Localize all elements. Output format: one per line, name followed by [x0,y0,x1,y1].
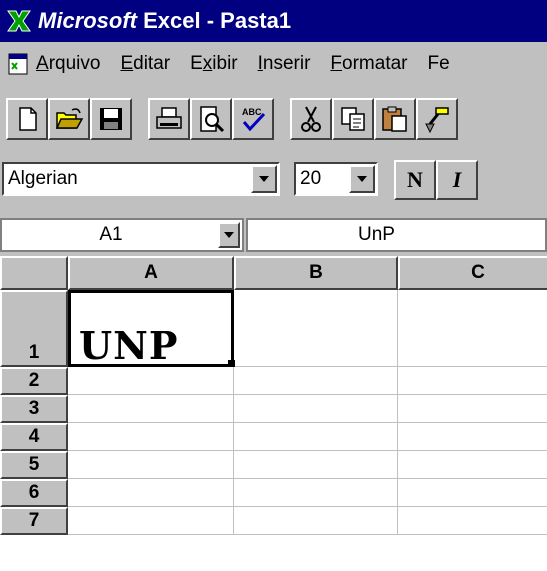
menu-editar[interactable]: Editar [120,53,170,75]
formatting-toolbar: Algerian 20 N I [0,150,547,212]
name-box[interactable]: A1 [0,218,244,252]
format-painter-button[interactable] [416,98,458,140]
cell-a1-value: UNP [79,323,179,368]
row-header-5[interactable]: 5 [0,451,68,479]
cell-a6[interactable] [68,479,234,507]
cell-b3[interactable] [234,395,398,423]
standard-toolbar: ABC [0,90,547,148]
formula-bar: A1 UnP [0,216,547,254]
open-button[interactable] [48,98,90,140]
print-preview-icon [200,106,225,133]
row-header-6[interactable]: 6 [0,479,68,507]
paste-icon [382,106,407,132]
open-icon [55,108,84,129]
window-title: Microsoft Excel - Pasta1 [38,8,292,33]
row-header-2[interactable]: 2 [0,367,68,395]
print-icon [156,107,182,129]
workbook-control-icon[interactable] [6,52,30,76]
format-painter-icon [425,107,449,134]
cell-c4[interactable] [398,423,547,451]
chevron-down-icon [357,176,367,182]
print-button[interactable] [148,98,190,140]
menu-bar: Arquivo Editar Exibir Inserir Formatar F… [0,42,547,86]
save-icon [100,108,122,130]
spelling-button[interactable]: ABC [232,98,274,140]
new-button[interactable] [6,98,48,140]
cell-c2[interactable] [398,367,547,395]
cut-icon [301,106,321,132]
cell-a3[interactable] [68,395,234,423]
row-header-3[interactable]: 3 [0,395,68,423]
font-name-value: Algerian [8,168,78,189]
name-box-dropdown-button[interactable] [218,222,240,248]
cell-b6[interactable] [234,479,398,507]
chevron-down-icon [259,176,269,182]
column-header-a[interactable]: A [68,256,234,290]
new-icon [19,107,37,131]
cut-button[interactable] [290,98,332,140]
italic-button[interactable]: I [436,160,478,200]
worksheet-grid: A B C 1 2 3 4 5 6 7 UNP [0,256,547,571]
font-name-dropdown-button[interactable] [251,165,277,193]
cell-b2[interactable] [234,367,398,395]
cell-c3[interactable] [398,395,547,423]
cell-b7[interactable] [234,507,398,535]
cell-a2[interactable] [68,367,234,395]
cell-a5[interactable] [68,451,234,479]
copy-button[interactable] [332,98,374,140]
font-name-combo[interactable]: Algerian [2,162,280,196]
cell-a7[interactable] [68,507,234,535]
cell-a4[interactable] [68,423,234,451]
cell-b4[interactable] [234,423,398,451]
spelling-icon: ABC [242,107,266,132]
font-size-combo[interactable]: 20 [294,162,378,196]
cell-c1[interactable] [398,290,547,367]
font-size-value: 20 [300,168,322,189]
column-header-b[interactable]: B [234,256,398,290]
fill-handle[interactable] [228,360,235,367]
formula-content: UnP [358,224,395,245]
copy-icon [341,107,365,131]
menu-formatar[interactable]: Formatar [330,53,407,75]
column-header-c[interactable]: C [398,256,547,290]
chevron-down-icon [224,232,234,238]
cell-c6[interactable] [398,479,547,507]
row-header-1[interactable]: 1 [0,290,68,367]
print-preview-button[interactable] [190,98,232,140]
excel-logo-icon [7,10,31,32]
svg-text:ABC: ABC [242,107,262,117]
menu-arquivo[interactable]: Arquivo [36,53,100,75]
cell-b5[interactable] [234,451,398,479]
menu-ferramentas[interactable]: Fe [428,53,450,75]
paste-button[interactable] [374,98,416,140]
menu-inserir[interactable]: Inserir [258,53,311,75]
bold-button[interactable]: N [394,160,436,200]
select-all-button[interactable] [0,256,68,290]
name-box-value: A1 [99,224,123,245]
title-bar: Microsoft Excel - Pasta1 [0,0,547,42]
row-header-4[interactable]: 4 [0,423,68,451]
cell-a1[interactable]: UNP [68,290,234,368]
save-button[interactable] [90,98,132,140]
cell-c7[interactable] [398,507,547,535]
formula-input[interactable]: UnP [246,218,547,252]
row-header-7[interactable]: 7 [0,507,68,535]
cell-b1[interactable] [234,290,398,367]
menu-exibir[interactable]: Exibir [190,53,238,75]
font-size-dropdown-button[interactable] [349,165,375,193]
cell-c5[interactable] [398,451,547,479]
